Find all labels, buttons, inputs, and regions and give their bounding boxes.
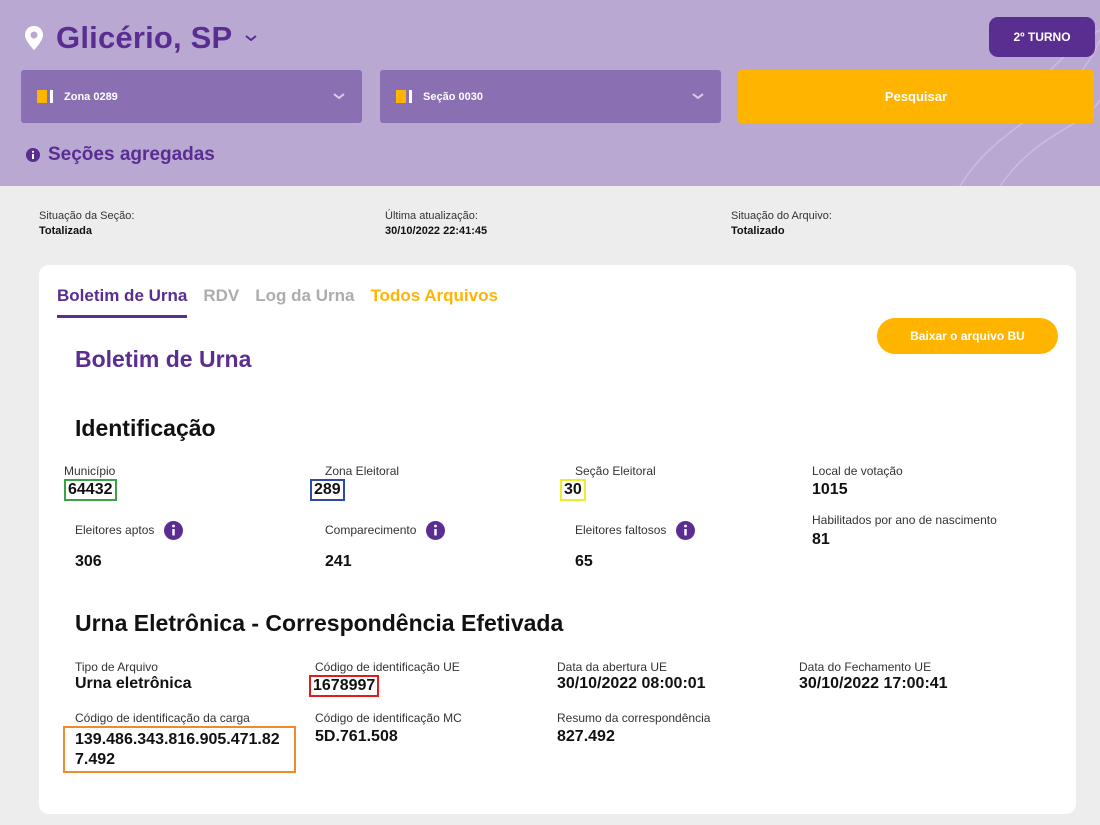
tab-todos-arquivos[interactable]: Todos Arquivos — [370, 286, 498, 318]
location-pin-icon — [25, 26, 43, 50]
faltosos-label: Eleitores faltosos — [575, 523, 667, 537]
status-atualizacao-label: Última atualização: — [385, 210, 478, 222]
abertura-field: Data da abertura UE 30/10/2022 08:00:01 — [557, 660, 706, 693]
faltosos-field: Eleitores faltosos 65 — [575, 521, 696, 571]
comparecimento-value: 241 — [325, 553, 352, 570]
codigo-ue-value: 1678997 — [309, 675, 380, 697]
identificacao-heading: Identificação — [75, 415, 216, 441]
habilitados-field: Habilitados por ano de nascimento 81 — [812, 513, 1012, 549]
zona-select[interactable]: Zona 0289 — [21, 70, 362, 123]
faltosos-label-row: Eleitores faltosos — [575, 521, 696, 540]
aptos-value: 306 — [75, 553, 102, 570]
local-field: Local de votação 1015 — [812, 464, 903, 499]
status-atualizacao: Última atualização: 30/10/2022 22:41:45 — [385, 209, 487, 239]
info-icon[interactable] — [164, 521, 184, 540]
secao-select-value: Seção 0030 — [423, 90, 483, 103]
codigo-ue-field: Código de identificação UE 1678997 — [309, 660, 460, 697]
info-icon[interactable] — [676, 521, 696, 540]
chevron-down-icon — [692, 93, 704, 100]
secao-select[interactable]: Seção 0030 — [380, 70, 721, 123]
local-label: Local de votação — [812, 464, 903, 478]
resumo-value: 827.492 — [557, 728, 615, 745]
tab-rdv[interactable]: RDV — [203, 286, 239, 318]
tab-log-da-urna[interactable]: Log da Urna — [255, 286, 354, 318]
secao-field: Seção Eleitoral 30 — [560, 464, 656, 501]
zona-field: Zona Eleitoral 289 — [310, 464, 399, 501]
select-marker — [396, 90, 414, 103]
city-name: Glicério, SP — [56, 20, 233, 55]
status-secao: Situação da Seção: Totalizada — [39, 209, 134, 239]
search-button[interactable]: Pesquisar — [738, 70, 1094, 123]
comparecimento-label: Comparecimento — [325, 523, 417, 537]
chevron-down-icon — [245, 35, 258, 42]
info-icon[interactable] — [426, 521, 446, 540]
tipo-field: Tipo de Arquivo Urna eletrônica — [75, 660, 191, 693]
fechamento-field: Data do Fechamento UE 30/10/2022 17:00:4… — [799, 660, 948, 693]
codigo-mc-field: Código de identificação MC 5D.761.508 — [315, 711, 462, 746]
status-secao-value: Totalizada — [39, 225, 92, 237]
secao-value: 30 — [560, 479, 586, 501]
secao-label: Seção Eleitoral — [575, 464, 656, 478]
secoes-agregadas-link[interactable]: Seções agregadas — [26, 144, 215, 166]
status-secao-label: Situação da Seção: — [39, 210, 135, 222]
habilitados-label: Habilitados por ano de nascimento — [812, 513, 997, 527]
tab-bar: Boletim de Urna RDV Log da Urna Todos Ar… — [57, 286, 514, 318]
habilitados-value: 81 — [812, 531, 830, 548]
tipo-value: Urna eletrônica — [75, 675, 192, 692]
download-bu-button[interactable]: Baixar o arquivo BU — [877, 318, 1058, 354]
status-arquivo-label: Situação do Arquivo: — [731, 210, 832, 222]
codigo-mc-value: 5D.761.508 — [315, 728, 398, 745]
resumo-field: Resumo da correspondência 827.492 — [557, 711, 710, 746]
zona-select-value: Zona 0289 — [64, 90, 118, 103]
municipio-label: Município — [64, 464, 116, 478]
abertura-value: 30/10/2022 08:00:01 — [557, 675, 706, 692]
zona-value: 289 — [310, 479, 345, 501]
carga-label: Código de identificação da carga — [75, 711, 250, 725]
turno-badge[interactable]: 2º TURNO — [989, 17, 1095, 57]
page-title: Boletim de Urna — [75, 346, 252, 372]
chevron-down-icon — [333, 93, 345, 100]
carga-field: Código de identificação da carga 139.486… — [63, 711, 296, 773]
secoes-agregadas-label: Seções agregadas — [48, 144, 215, 165]
carga-value: 139.486.343.816.905.471.827.492 — [63, 726, 296, 773]
aptos-field: Eleitores aptos 306 — [75, 521, 184, 571]
fechamento-value: 30/10/2022 17:00:41 — [799, 675, 948, 692]
local-value: 1015 — [812, 481, 848, 498]
codigo-ue-label: Código de identificação UE — [315, 660, 460, 674]
faltosos-value: 65 — [575, 553, 593, 570]
comparecimento-label-row: Comparecimento — [325, 521, 446, 540]
info-icon — [26, 148, 40, 162]
codigo-mc-label: Código de identificação MC — [315, 711, 462, 725]
header: Glicério, SP 2º TURNO Zona 0289 Seção 00… — [0, 0, 1100, 186]
select-marker — [37, 90, 55, 103]
tab-boletim-de-urna[interactable]: Boletim de Urna — [57, 286, 188, 318]
municipio-field: Município 64432 — [64, 464, 117, 501]
comparecimento-field: Comparecimento 241 — [325, 521, 446, 571]
status-arquivo: Situação do Arquivo: Totalizado — [731, 209, 832, 239]
status-arquivo-value: Totalizado — [731, 225, 785, 237]
resumo-label: Resumo da correspondência — [557, 711, 711, 725]
abertura-label: Data da abertura UE — [557, 660, 668, 674]
location-selector[interactable]: Glicério, SP — [24, 20, 258, 56]
content-card: Boletim de Urna RDV Log da Urna Todos Ar… — [39, 265, 1076, 814]
fechamento-label: Data do Fechamento UE — [799, 660, 932, 674]
status-atualizacao-value: 30/10/2022 22:41:45 — [385, 225, 488, 237]
aptos-label: Eleitores aptos — [75, 523, 155, 537]
municipio-value: 64432 — [64, 479, 117, 501]
urna-heading: Urna Eletrônica - Correspondência Efetiv… — [75, 610, 564, 636]
aptos-label-row: Eleitores aptos — [75, 521, 184, 540]
zona-label: Zona Eleitoral — [325, 464, 400, 478]
tipo-label: Tipo de Arquivo — [75, 660, 158, 674]
